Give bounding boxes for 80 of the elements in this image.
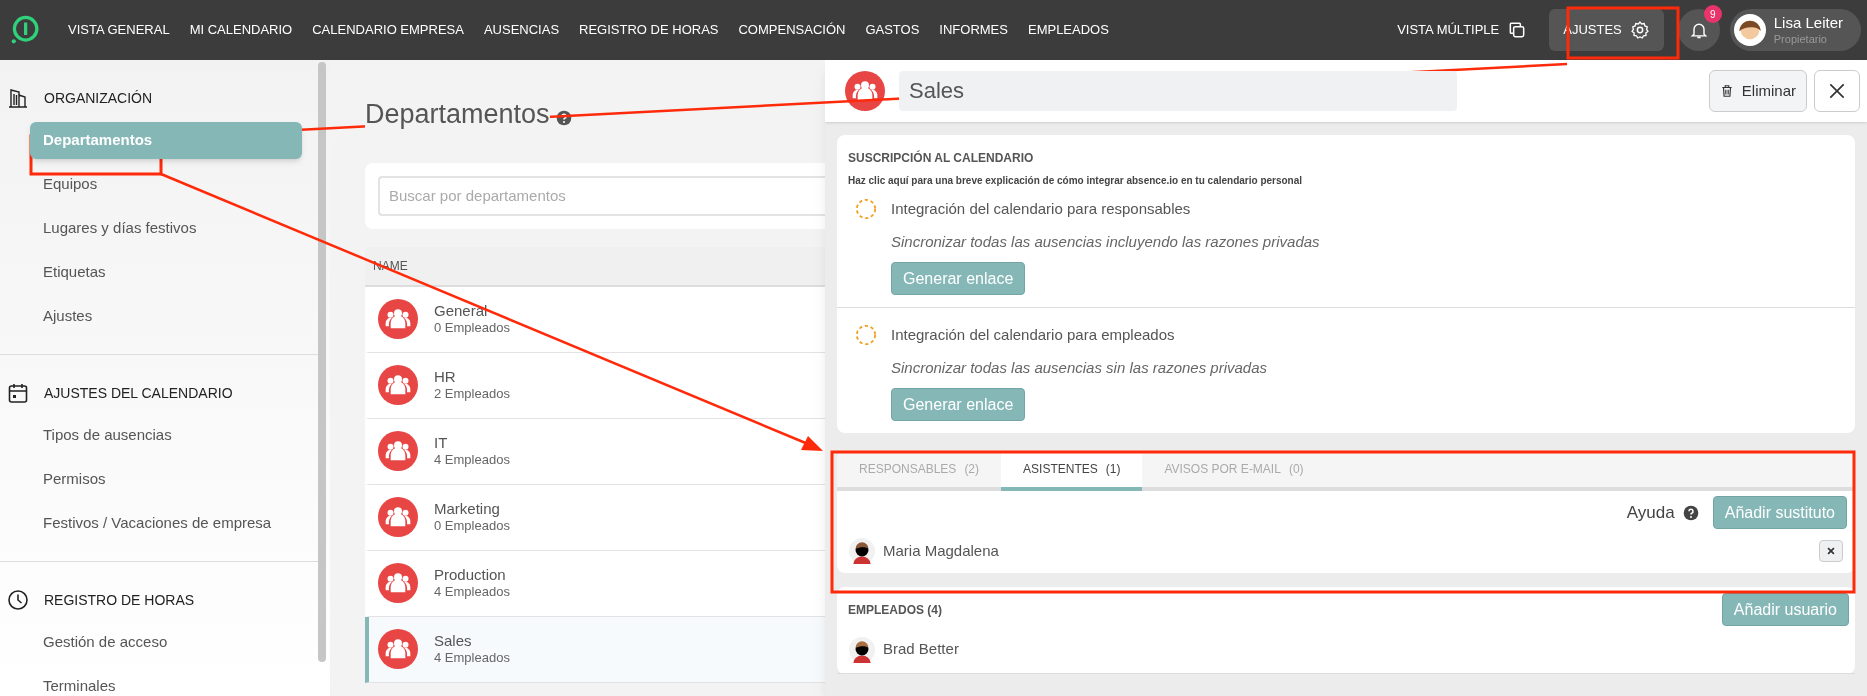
notification-badge: 9 <box>1703 5 1722 23</box>
nav-link[interactable]: VISTA GENERAL <box>58 12 180 48</box>
person-name: Maria Magdalena <box>883 540 1000 561</box>
sidebar-item[interactable]: Permisos <box>30 461 302 498</box>
logo-icon <box>10 15 40 45</box>
nav-link[interactable]: MI CALENDARIO <box>179 12 303 48</box>
section-title: ORGANIZACIÓN <box>44 88 153 108</box>
nav-link[interactable]: AUSENCIAS <box>473 12 570 48</box>
person-avatar-icon <box>849 538 875 564</box>
department-row[interactable]: General 0 Empleados <box>365 286 825 353</box>
sidebar-item[interactable]: Ajustes <box>30 298 302 335</box>
close-icon <box>1826 546 1836 556</box>
department-name: Production <box>434 565 507 585</box>
nav-link[interactable]: REGISTRO DE HORAS <box>569 12 729 48</box>
department-name: IT <box>434 433 449 453</box>
department-name: HR <box>434 367 457 387</box>
integration-description: Sincronizar todas las ausencias incluyendo las razones privadas <box>891 231 1320 252</box>
integration-title: Integración del calendario para responsables <box>891 199 1191 219</box>
user-name: Lisa Leiter <box>1773 13 1843 33</box>
department-name: Marketing <box>434 499 501 519</box>
employee-count: 2 Empleados <box>434 386 510 403</box>
department-row[interactable]: HR 2 Empleados <box>365 352 825 419</box>
tab[interactable]: ASISTENTES (1) <box>1001 451 1143 491</box>
group-icon <box>378 365 418 405</box>
nav-link[interactable]: GASTOS <box>855 12 930 48</box>
search-field[interactable]: Buscar por departamentos <box>378 175 825 216</box>
user-role: Propietario <box>1773 32 1827 47</box>
avatar-icon <box>1733 14 1766 46</box>
building-icon <box>6 86 30 110</box>
close-icon <box>1827 81 1847 101</box>
integration-description: Sincronizar todas las ausencias sin las razones privadas <box>891 357 1268 378</box>
department-row[interactable]: Marketing 0 Empleados <box>365 484 825 551</box>
group-icon <box>378 299 418 339</box>
scrollbar[interactable] <box>318 62 326 662</box>
sidebar-item[interactable]: Equipos <box>30 166 302 203</box>
group-icon <box>378 431 418 471</box>
employee-count: 4 Empleados <box>434 452 510 469</box>
trash-icon <box>1719 84 1734 98</box>
integration-title: Integración del calendario para empleados <box>891 325 1175 345</box>
employee-count: 4 Empleados <box>434 650 510 667</box>
nav-link[interactable]: INFORMES <box>929 12 1018 48</box>
calendar-icon <box>6 381 30 405</box>
person-name: Brad Better <box>883 639 959 660</box>
section-title: REGISTRO DE HORAS <box>44 590 195 610</box>
employee-count: 0 Empleados <box>434 518 510 535</box>
employee-count: 4 Empleados <box>434 584 510 601</box>
close-button[interactable] <box>1814 70 1860 112</box>
sidebar-item[interactable]: Festivos / Vacaciones de empresa <box>30 505 302 542</box>
help-label: Ayuda <box>1626 501 1675 524</box>
settings-icon <box>1629 20 1650 40</box>
sidebar-item[interactable]: Terminales <box>30 668 314 696</box>
person-avatar-icon <box>849 636 875 663</box>
section-title: AJUSTES DEL CALENDARIO <box>44 383 233 403</box>
sidebar-item[interactable]: Tipos de ausencias <box>30 417 302 454</box>
user-menu[interactable]: Lisa Leiter Propietario <box>1729 9 1861 51</box>
pending-icon <box>855 324 877 346</box>
sidebar-item[interactable]: Lugares y días festivos <box>30 210 302 247</box>
delete-button[interactable]: Eliminar <box>1708 70 1807 112</box>
nav-link[interactable]: CALENDARIO EMPRESA <box>302 12 474 48</box>
nav-link[interactable]: EMPLEADOS <box>1017 12 1119 48</box>
group-icon <box>378 563 418 603</box>
department-name: Sales <box>434 631 473 651</box>
nav-link[interactable]: COMPENSACIÓN <box>728 12 856 48</box>
sidebar-item[interactable]: Gestión de acceso <box>30 624 314 661</box>
department-row[interactable]: Sales 4 Empleados <box>365 616 825 683</box>
department-row[interactable]: Production 4 Empleados <box>365 550 825 617</box>
pending-icon <box>855 198 877 220</box>
department-name: General <box>434 301 489 321</box>
help-icon <box>1682 504 1699 521</box>
employee-count: 0 Empleados <box>434 320 510 337</box>
card-title: SUSCRIPCIÓN AL CALENDARIO <box>847 149 1035 167</box>
clock-icon <box>6 588 30 612</box>
sidebar-item[interactable]: Etiquetas <box>30 254 302 291</box>
remove-button[interactable] <box>1819 540 1843 562</box>
card-title: EMPLEADOS (4) <box>848 601 942 619</box>
department-row[interactable]: IT 4 Empleados <box>365 418 825 485</box>
group-icon <box>378 629 418 669</box>
group-icon <box>378 497 418 537</box>
multi-view-link[interactable]: VISTA MÚLTIPLE <box>1397 20 1528 40</box>
help-text: Haz clic aquí para una breve explicación de cómo integrar absence.io en tu calendario personal <box>847 174 1304 188</box>
